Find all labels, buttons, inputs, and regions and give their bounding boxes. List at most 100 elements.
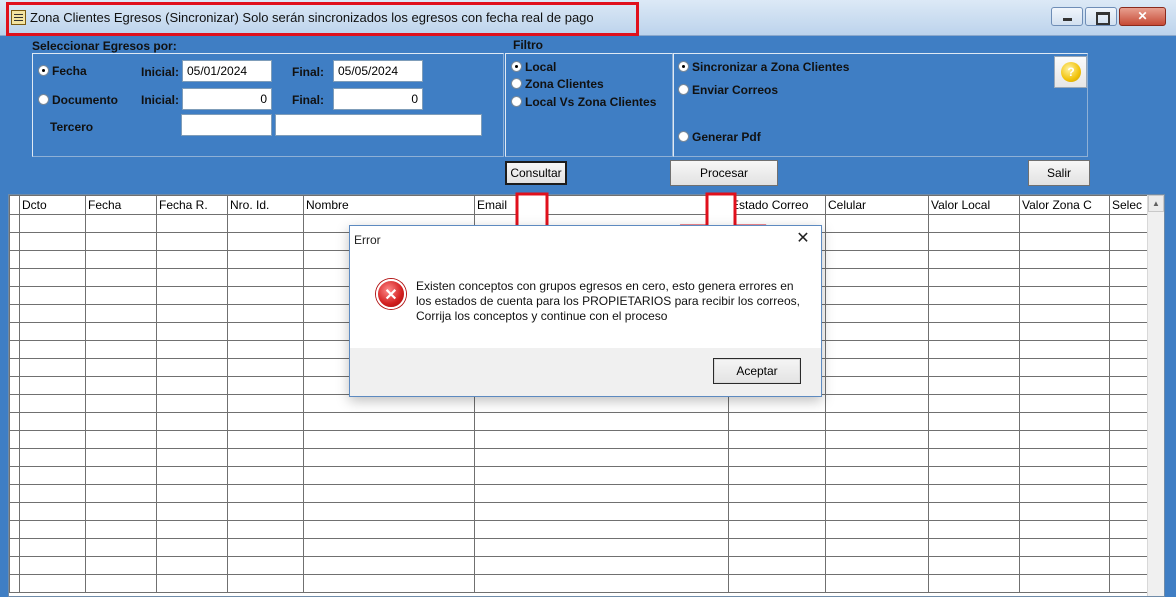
- grid-cell[interactable]: [85, 250, 157, 269]
- grid-cell[interactable]: [728, 466, 826, 485]
- grid-cell[interactable]: [9, 304, 20, 323]
- grid-cell[interactable]: [227, 538, 304, 557]
- grid-cell[interactable]: [825, 232, 929, 251]
- grid-cell[interactable]: [19, 484, 86, 503]
- grid-cell[interactable]: [825, 520, 929, 539]
- grid-cell[interactable]: [19, 502, 86, 521]
- grid-cell[interactable]: [928, 430, 1020, 449]
- grid-cell[interactable]: [85, 538, 157, 557]
- close-window-button[interactable]: [1119, 7, 1166, 26]
- grid-cell[interactable]: [1019, 502, 1110, 521]
- grid-cell[interactable]: [825, 556, 929, 575]
- grid-cell[interactable]: [85, 232, 157, 251]
- grid-cell[interactable]: [1109, 214, 1150, 233]
- grid-cell[interactable]: [1109, 358, 1150, 377]
- col-celular[interactable]: Celular: [825, 195, 929, 215]
- grid-cell[interactable]: [19, 448, 86, 467]
- grid-cell[interactable]: [1019, 268, 1110, 287]
- maximize-button[interactable]: [1085, 7, 1117, 26]
- grid-cell[interactable]: [928, 358, 1020, 377]
- grid-cell[interactable]: [825, 394, 929, 413]
- sincronizar-label[interactable]: Sincronizar a Zona Clientes: [692, 60, 849, 74]
- grid-cell[interactable]: [1019, 286, 1110, 305]
- sincronizar-radio[interactable]: [678, 61, 689, 72]
- grid-cell[interactable]: [1109, 232, 1150, 251]
- grid-cell[interactable]: [85, 268, 157, 287]
- grid-cell[interactable]: [156, 286, 228, 305]
- grid-cell[interactable]: [1109, 520, 1150, 539]
- grid-cell[interactable]: [85, 484, 157, 503]
- grid-cell[interactable]: [825, 376, 929, 395]
- grid-cell[interactable]: [227, 358, 304, 377]
- help-button[interactable]: ?: [1054, 56, 1087, 88]
- grid-cell[interactable]: [156, 412, 228, 431]
- grid-cell[interactable]: [303, 520, 475, 539]
- grid-cell[interactable]: [1109, 412, 1150, 431]
- grid-cell[interactable]: [19, 556, 86, 575]
- grid-cell[interactable]: [1019, 340, 1110, 359]
- grid-cell[interactable]: [474, 556, 729, 575]
- grid-cell[interactable]: [227, 412, 304, 431]
- grid-cell[interactable]: [156, 358, 228, 377]
- grid-cell[interactable]: [303, 484, 475, 503]
- grid-cell[interactable]: [85, 322, 157, 341]
- tercero-code-input[interactable]: [181, 114, 272, 136]
- grid-cell[interactable]: [825, 340, 929, 359]
- grid-cell[interactable]: [227, 520, 304, 539]
- grid-cell[interactable]: [825, 538, 929, 557]
- grid-cell[interactable]: [9, 376, 20, 395]
- grid-cell[interactable]: [928, 304, 1020, 323]
- grid-cell[interactable]: [825, 268, 929, 287]
- grid-cell[interactable]: [1019, 376, 1110, 395]
- table-row[interactable]: [9, 484, 1150, 503]
- filtro-local-vs-label[interactable]: Local Vs Zona Clientes: [525, 95, 656, 109]
- grid-cell[interactable]: [1109, 448, 1150, 467]
- grid-cell[interactable]: [9, 412, 20, 431]
- col-fecha[interactable]: Fecha: [85, 195, 157, 215]
- grid-cell[interactable]: [85, 214, 157, 233]
- grid-cell[interactable]: [19, 520, 86, 539]
- doc-final-input[interactable]: 0: [333, 88, 423, 110]
- grid-cell[interactable]: [1019, 394, 1110, 413]
- grid-cell[interactable]: [1019, 358, 1110, 377]
- grid-cell[interactable]: [728, 394, 826, 413]
- grid-cell[interactable]: [19, 232, 86, 251]
- grid-cell[interactable]: [156, 340, 228, 359]
- generar-pdf-label[interactable]: Generar Pdf: [692, 130, 761, 144]
- fecha-radio-label[interactable]: Fecha: [52, 64, 87, 78]
- grid-cell[interactable]: [1019, 466, 1110, 485]
- grid-cell[interactable]: [928, 520, 1020, 539]
- minimize-button[interactable]: [1051, 7, 1083, 26]
- grid-cell[interactable]: [227, 430, 304, 449]
- grid-cell[interactable]: [156, 304, 228, 323]
- grid-cell[interactable]: [728, 538, 826, 557]
- grid-cell[interactable]: [156, 466, 228, 485]
- fecha-radio[interactable]: [38, 65, 49, 76]
- col-selec[interactable]: Selec: [1109, 195, 1150, 215]
- grid-cell[interactable]: [1109, 322, 1150, 341]
- table-row[interactable]: [9, 394, 1150, 413]
- col-valor-zona-c[interactable]: Valor Zona C: [1019, 195, 1110, 215]
- grid-cell[interactable]: [227, 448, 304, 467]
- grid-cell[interactable]: [85, 376, 157, 395]
- filtro-local-label[interactable]: Local: [525, 60, 556, 74]
- grid-cell[interactable]: [19, 358, 86, 377]
- grid-cell[interactable]: [1109, 304, 1150, 323]
- grid-cell[interactable]: [1109, 268, 1150, 287]
- grid-cell[interactable]: [19, 214, 86, 233]
- grid-cell[interactable]: [474, 430, 729, 449]
- grid-cell[interactable]: [1109, 376, 1150, 395]
- grid-cell[interactable]: [9, 250, 20, 269]
- grid-cell[interactable]: [825, 304, 929, 323]
- grid-cell[interactable]: [156, 556, 228, 575]
- grid-cell[interactable]: [1109, 484, 1150, 503]
- grid-cell[interactable]: [1019, 448, 1110, 467]
- grid-cell[interactable]: [19, 412, 86, 431]
- grid-cell[interactable]: [19, 574, 86, 593]
- grid-cell[interactable]: [19, 538, 86, 557]
- grid-cell[interactable]: [1019, 556, 1110, 575]
- table-row[interactable]: [9, 448, 1150, 467]
- grid-cell[interactable]: [928, 268, 1020, 287]
- grid-cell[interactable]: [928, 232, 1020, 251]
- grid-cell[interactable]: [825, 214, 929, 233]
